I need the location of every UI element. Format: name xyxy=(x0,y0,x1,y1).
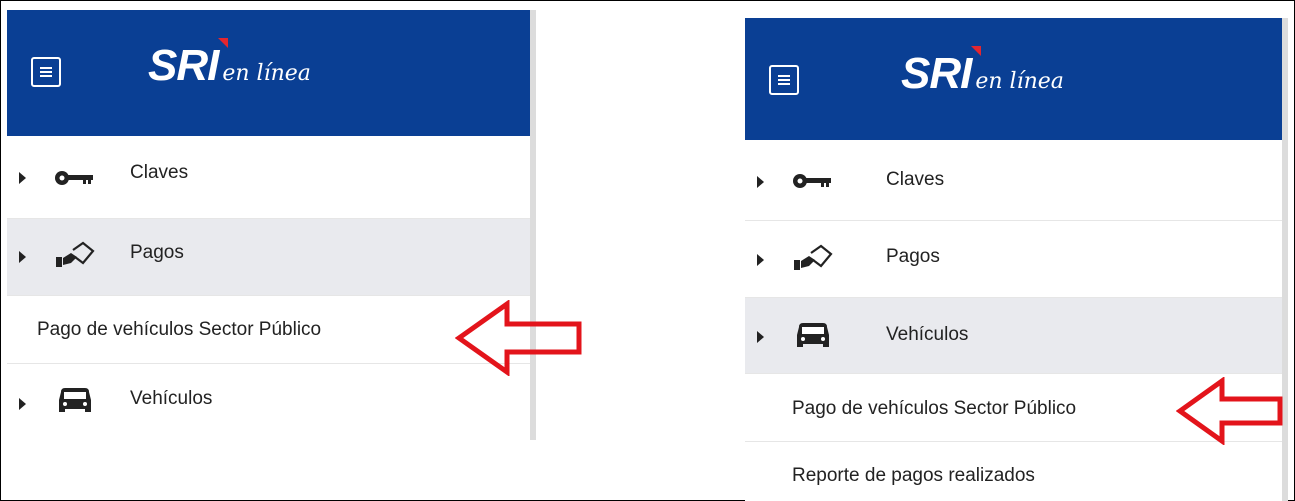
logo-tagline: en línea xyxy=(222,61,311,86)
menu-item-claves[interactable]: Claves xyxy=(7,136,530,219)
header-bar: SRI en línea xyxy=(745,18,1282,140)
sri-logo: SRI en línea xyxy=(148,38,311,90)
header-bar: SRI en línea xyxy=(7,10,530,136)
highlight-arrow-icon xyxy=(1176,377,1283,445)
menu-label: Pagos xyxy=(130,242,184,263)
submenu-item-reporte-pagos[interactable]: Reporte de pagos realizados xyxy=(745,442,1282,501)
menu-label: Claves xyxy=(886,169,945,190)
menu-item-claves[interactable]: Claves xyxy=(745,140,1282,221)
submenu-label: Reporte de pagos realizados xyxy=(792,465,1035,486)
menu-label: Pagos xyxy=(886,246,940,267)
logo-accent-mark xyxy=(218,38,228,48)
key-icon xyxy=(55,171,93,185)
menu-item-vehiculos[interactable]: Vehículos xyxy=(7,364,530,440)
menu-item-pagos[interactable]: Pagos xyxy=(7,219,530,296)
highlight-arrow-icon xyxy=(455,300,582,376)
menu-label: Vehículos xyxy=(886,324,969,345)
payment-hand-icon xyxy=(56,241,95,267)
hamburger-menu-button[interactable] xyxy=(769,65,799,95)
logo-tagline: en línea xyxy=(975,69,1064,94)
menu-item-pagos[interactable]: Pagos xyxy=(745,221,1282,298)
hamburger-menu-button[interactable] xyxy=(31,57,61,87)
car-icon xyxy=(59,388,91,412)
sri-logo: SRI en línea xyxy=(901,46,1064,98)
submenu-item-pago-vehiculos[interactable]: Pago de vehículos Sector Público xyxy=(7,296,530,364)
logo-accent-mark xyxy=(971,46,981,56)
expand-caret-icon xyxy=(757,176,764,188)
expand-caret-icon xyxy=(19,172,26,184)
car-icon xyxy=(797,323,829,347)
expand-caret-icon xyxy=(757,331,764,343)
key-icon xyxy=(793,174,831,188)
logo-sri-text: SRI xyxy=(901,49,972,98)
logo-sri-text: SRI xyxy=(148,41,219,90)
menu-label: Vehículos xyxy=(130,388,213,409)
submenu-label: Pago de vehículos Sector Público xyxy=(792,398,1077,419)
submenu-label: Pago de vehículos Sector Público xyxy=(37,319,322,340)
menu-label: Claves xyxy=(130,162,189,183)
menu-item-vehiculos[interactable]: Vehículos xyxy=(745,298,1282,374)
expand-caret-icon xyxy=(757,254,764,266)
expand-caret-icon xyxy=(19,251,26,263)
expand-caret-icon xyxy=(19,398,26,410)
payment-hand-icon xyxy=(794,244,833,270)
